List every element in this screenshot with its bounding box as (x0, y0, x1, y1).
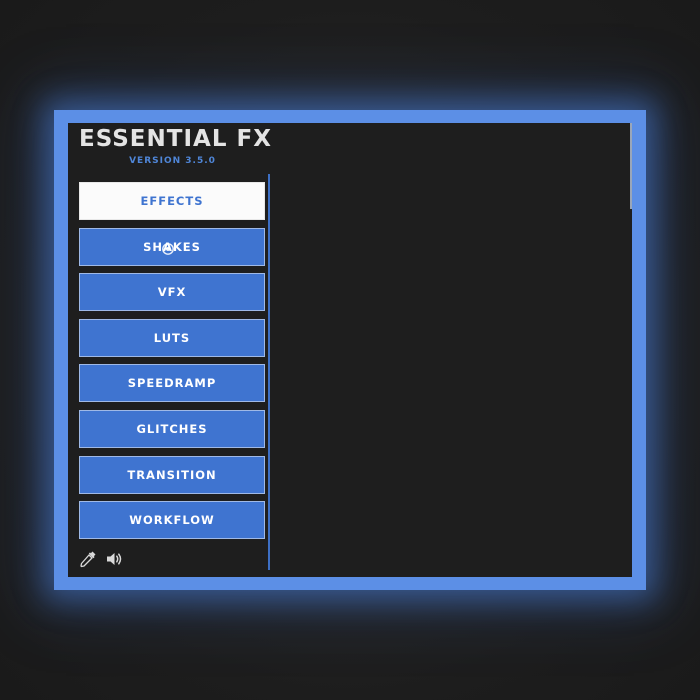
nav-button-label: WORKFLOW (129, 513, 215, 528)
hand-cursor-icon (162, 243, 174, 255)
nav-button-label: SPEEDRAMP (127, 376, 217, 391)
eyedropper-icon[interactable] (78, 549, 98, 569)
nav-button-label: TRANSITION (127, 467, 217, 482)
nav-button-label: VFX (157, 285, 187, 300)
nav-button-label: EFFECTS (140, 194, 204, 208)
nav-button-effects[interactable]: EFFECTS (79, 182, 265, 220)
app-version: VERSION 3.5.0 (129, 156, 216, 166)
sidebar-divider (268, 174, 270, 570)
nav-button-label: GLITCHES (136, 421, 208, 436)
speaker-icon[interactable] (104, 549, 124, 569)
nav-button-speedramp[interactable]: SPEEDRAMP (79, 364, 265, 403)
app-title: ESSENTIAL FX (79, 126, 272, 152)
nav-button-glitches[interactable]: GLITCHES (79, 409, 265, 448)
nav-button-label: LUTS (153, 330, 191, 345)
panel-scrollbar[interactable] (630, 123, 632, 209)
footer-toolbar (78, 548, 130, 570)
nav-button-luts[interactable]: LUTS (79, 318, 265, 357)
nav-button-workflow[interactable]: WORKFLOW (79, 501, 265, 540)
sidebar-nav: EFFECTS SHAKES VFX LUTS SPEEDRAMP GLITCH… (79, 182, 265, 547)
nav-button-vfx[interactable]: VFX (79, 273, 265, 312)
nav-button-transition[interactable]: TRANSITION (79, 455, 265, 494)
